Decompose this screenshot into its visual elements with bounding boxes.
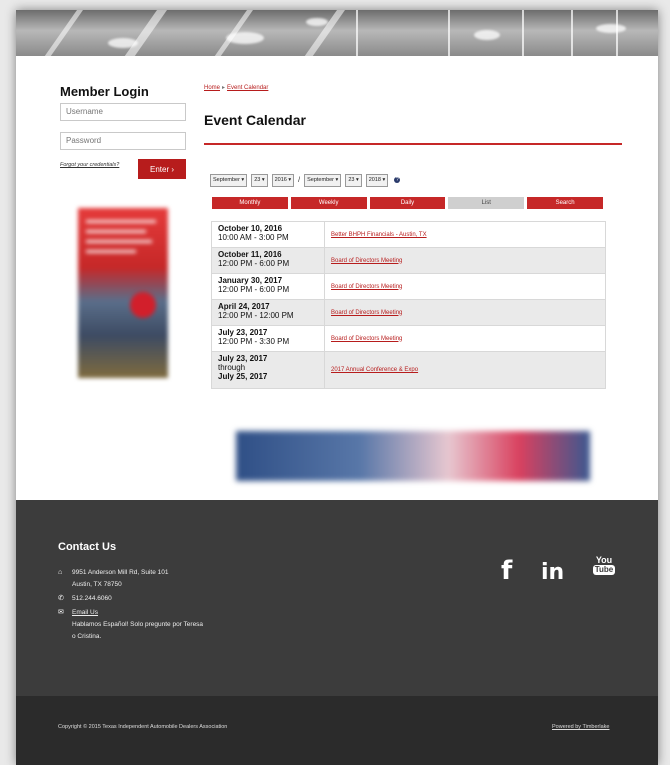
banner-ad-image[interactable]: [236, 431, 590, 481]
breadcrumb: Home ▸ Event Calendar: [204, 84, 268, 91]
event-link[interactable]: 2017 Annual Conference & Expo: [331, 367, 418, 373]
event-link[interactable]: Board of Directors Meeting: [331, 284, 402, 290]
table-row: July 23, 2017 through July 25, 2017 2017 A…: [212, 352, 605, 388]
event-date: April 24, 2017: [218, 302, 270, 311]
event-list: October 10, 2016 10:00 AM - 3:00 PM Bette…: [211, 221, 606, 389]
event-date-end: July 25, 2017: [218, 372, 268, 381]
mail-icon: ✉: [58, 609, 64, 616]
to-day-select[interactable]: 23 ▾: [345, 173, 362, 187]
event-time: 10:00 AM - 3:00 PM: [218, 233, 289, 242]
event-through: through: [218, 363, 246, 372]
event-time: 12:00 PM - 6:00 PM: [218, 259, 290, 268]
youtube-icon[interactable]: You Tube: [593, 555, 615, 575]
help-icon[interactable]: ?: [394, 177, 401, 183]
footer: [16, 500, 658, 696]
table-row: January 30, 2017 12:00 PM - 6:00 PM Board…: [212, 274, 605, 300]
event-link[interactable]: Better BHPH Financials - Austin, TX: [331, 232, 427, 238]
spanish-row: Hablamos Español! Solo pregunte por Tere…: [58, 620, 203, 630]
to-month-select[interactable]: September ▾: [304, 173, 342, 187]
youtube-you-text: You: [595, 555, 613, 565]
event-time: 12:00 PM - 12:00 PM: [218, 311, 294, 320]
phone-row: ✆ 512.244.6060: [58, 594, 112, 604]
powered-by-link[interactable]: Powered by Timberlake: [552, 724, 609, 730]
table-row: April 24, 2017 12:00 PM - 12:00 PM Board …: [212, 300, 605, 326]
view-tabs: Monthly Weekly Daily List Search: [212, 197, 603, 209]
breadcrumb-current-link[interactable]: Event Calendar: [227, 85, 268, 91]
from-year-select[interactable]: 2016 ▾: [271, 173, 295, 187]
title-divider: [204, 143, 622, 145]
page-title: Event Calendar: [204, 112, 306, 128]
phone-icon: ✆: [58, 595, 64, 602]
bottom-bar: [16, 696, 658, 765]
address-line-1: 9951 Anderson Mill Rd, Suite 101: [72, 569, 169, 576]
date-range-filter: September ▾ 23 ▾ 2016 ▾ / September ▾ 23…: [210, 173, 401, 187]
from-day-select[interactable]: 23 ▾: [251, 173, 268, 187]
breadcrumb-home-link[interactable]: Home: [204, 85, 220, 91]
spanish-note-line-1: Hablamos Español! Solo pregunte por Tere…: [72, 621, 204, 628]
table-row: July 23, 2017 12:00 PM - 3:30 PM Board of…: [212, 326, 605, 352]
address-row: ⌂ 9951 Anderson Mill Rd, Suite 101: [58, 568, 168, 578]
password-input[interactable]: [60, 132, 186, 150]
address-line-2: Austin, TX 78750: [72, 581, 122, 588]
home-icon: ⌂: [58, 569, 63, 576]
breadcrumb-separator-icon: ▸: [222, 85, 226, 91]
facebook-icon[interactable]: f: [501, 556, 512, 586]
to-year-select[interactable]: 2018 ▾: [365, 173, 389, 187]
tab-search[interactable]: Search: [527, 197, 603, 209]
address-row-2: Austin, TX 78750: [58, 580, 122, 590]
sidebar-ad-image[interactable]: [78, 208, 168, 378]
event-link[interactable]: Board of Directors Meeting: [331, 258, 402, 264]
event-when: October 10, 2016 10:00 AM - 3:00 PM: [212, 222, 325, 247]
spanish-note-line-2: o Cristina.: [72, 633, 102, 640]
email-row: ✉ Email Us: [58, 608, 98, 618]
enter-button[interactable]: Enter ›: [138, 159, 186, 179]
range-separator: /: [298, 176, 301, 184]
table-row: October 11, 2016 12:00 PM - 6:00 PM Board…: [212, 248, 605, 274]
username-input[interactable]: [60, 103, 186, 121]
header-banner-image: [16, 10, 658, 56]
event-date: July 23, 2017: [218, 328, 268, 337]
event-time: 12:00 PM - 3:30 PM: [218, 337, 290, 346]
event-date: October 11, 2016: [218, 250, 282, 259]
event-link[interactable]: Board of Directors Meeting: [331, 336, 402, 342]
event-when: July 23, 2017 12:00 PM - 3:30 PM: [212, 326, 325, 351]
event-link[interactable]: Board of Directors Meeting: [331, 310, 402, 316]
table-row: October 10, 2016 10:00 AM - 3:00 PM Bette…: [212, 222, 605, 248]
phone-number: 512.244.6060: [72, 595, 112, 602]
event-when: January 30, 2017 12:00 PM - 6:00 PM: [212, 274, 325, 299]
contact-title: Contact Us: [58, 541, 117, 553]
youtube-tube-text: Tube: [593, 565, 615, 575]
page: Member Login Forgot your credentials? En…: [16, 10, 658, 765]
event-when: July 23, 2017 through July 25, 2017: [212, 352, 325, 388]
from-month-select[interactable]: September ▾: [210, 173, 248, 187]
forgot-credentials-link[interactable]: Forgot your credentials?: [60, 162, 119, 168]
event-time: 12:00 PM - 6:00 PM: [218, 285, 290, 294]
member-login-title: Member Login: [60, 84, 149, 99]
event-when: April 24, 2017 12:00 PM - 12:00 PM: [212, 300, 325, 325]
linkedin-icon[interactable]: in: [541, 560, 564, 585]
event-when: October 11, 2016 12:00 PM - 6:00 PM: [212, 248, 325, 273]
tab-weekly[interactable]: Weekly: [290, 197, 367, 209]
tab-daily[interactable]: Daily: [369, 197, 446, 209]
copyright-text: Copyright © 2015 Texas Independent Autom…: [58, 724, 228, 730]
event-date: January 30, 2017: [218, 276, 283, 285]
event-date: October 10, 2016: [218, 224, 283, 233]
email-us-link[interactable]: Email Us: [72, 608, 98, 618]
tab-list[interactable]: List: [448, 197, 525, 209]
spanish-row-2: o Cristina.: [58, 632, 101, 642]
event-date: July 23, 2017: [218, 354, 268, 363]
tab-monthly[interactable]: Monthly: [212, 197, 288, 209]
